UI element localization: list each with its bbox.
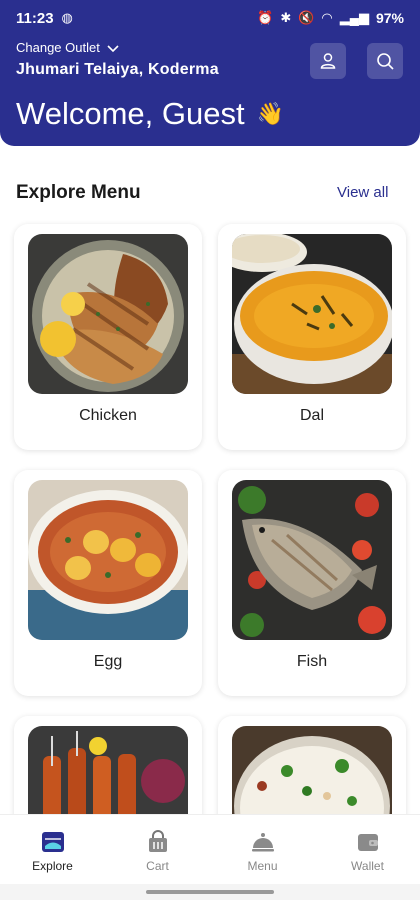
dal-image <box>232 234 392 394</box>
cloche-icon <box>251 833 274 852</box>
status-bar: 11:23 ◍ ⏰ ✱ 🔇 ◠ ▂▄▆ 97% <box>0 0 420 36</box>
nav-menu[interactable]: Menu <box>210 815 315 884</box>
status-right: ⏰ ✱ 🔇 ◠ ▂▄▆ 97% <box>257 10 404 26</box>
menu-card-chicken[interactable]: Chicken <box>14 224 202 450</box>
welcome-text: Welcome, Guest <box>16 96 245 131</box>
menu-card-label: Chicken <box>79 407 137 424</box>
status-time: 11:23 <box>16 9 54 27</box>
nav-cart[interactable]: Cart <box>105 815 210 884</box>
menu-card-egg[interactable]: Egg <box>14 470 202 696</box>
app-notification-icon: ◍ <box>61 10 73 25</box>
chevron-down-icon <box>107 44 119 52</box>
menu-card-dal[interactable]: Dal <box>218 224 406 450</box>
nav-label: Cart <box>146 859 169 873</box>
wallet-icon <box>357 834 378 851</box>
welcome-heading: Welcome, Guest 👋 <box>16 96 284 132</box>
menu-card-fish[interactable]: Fish <box>218 470 406 696</box>
bottom-nav: Explore Cart Menu Wallet <box>0 814 420 884</box>
outlet-location: Jhumari Telaiya, Koderma <box>16 61 219 78</box>
menu-card-label: Egg <box>93 653 123 670</box>
nav-label: Wallet <box>351 859 384 873</box>
menu-card-label: Dal <box>299 407 324 424</box>
fish-image <box>232 480 392 640</box>
mute-icon: 🔇 <box>298 10 315 25</box>
search-button[interactable] <box>367 43 403 79</box>
change-outlet-button[interactable]: Change Outlet <box>16 40 120 55</box>
egg-image <box>28 480 188 640</box>
change-outlet-label: Change Outlet <box>16 40 100 55</box>
search-icon <box>377 53 394 70</box>
nav-explore[interactable]: Explore <box>0 815 105 884</box>
home-indicator[interactable] <box>146 890 274 894</box>
alarm-icon: ⏰ <box>257 10 274 25</box>
profile-button[interactable] <box>310 43 346 79</box>
battery-level: 97% <box>375 10 404 26</box>
signal-icon: ▂▄▆ <box>339 10 369 25</box>
menu-card-label: Fish <box>296 653 328 670</box>
explore-icon <box>41 832 64 852</box>
nav-label: Explore <box>32 859 73 873</box>
waving-hand-icon: 👋 <box>256 101 284 126</box>
app-header: 11:23 ◍ ⏰ ✱ 🔇 ◠ ▂▄▆ 97% Change Outlet Jh… <box>0 0 420 146</box>
nav-label: Menu <box>247 859 278 873</box>
section-title: Explore Menu <box>16 182 141 203</box>
nav-wallet[interactable]: Wallet <box>315 815 420 884</box>
bluetooth-icon: ✱ <box>280 10 292 25</box>
cart-icon <box>148 830 167 852</box>
view-all-link[interactable]: View all <box>337 184 388 201</box>
user-icon <box>320 53 336 69</box>
wifi-icon: ◠ <box>321 10 333 25</box>
chicken-image <box>28 234 188 394</box>
